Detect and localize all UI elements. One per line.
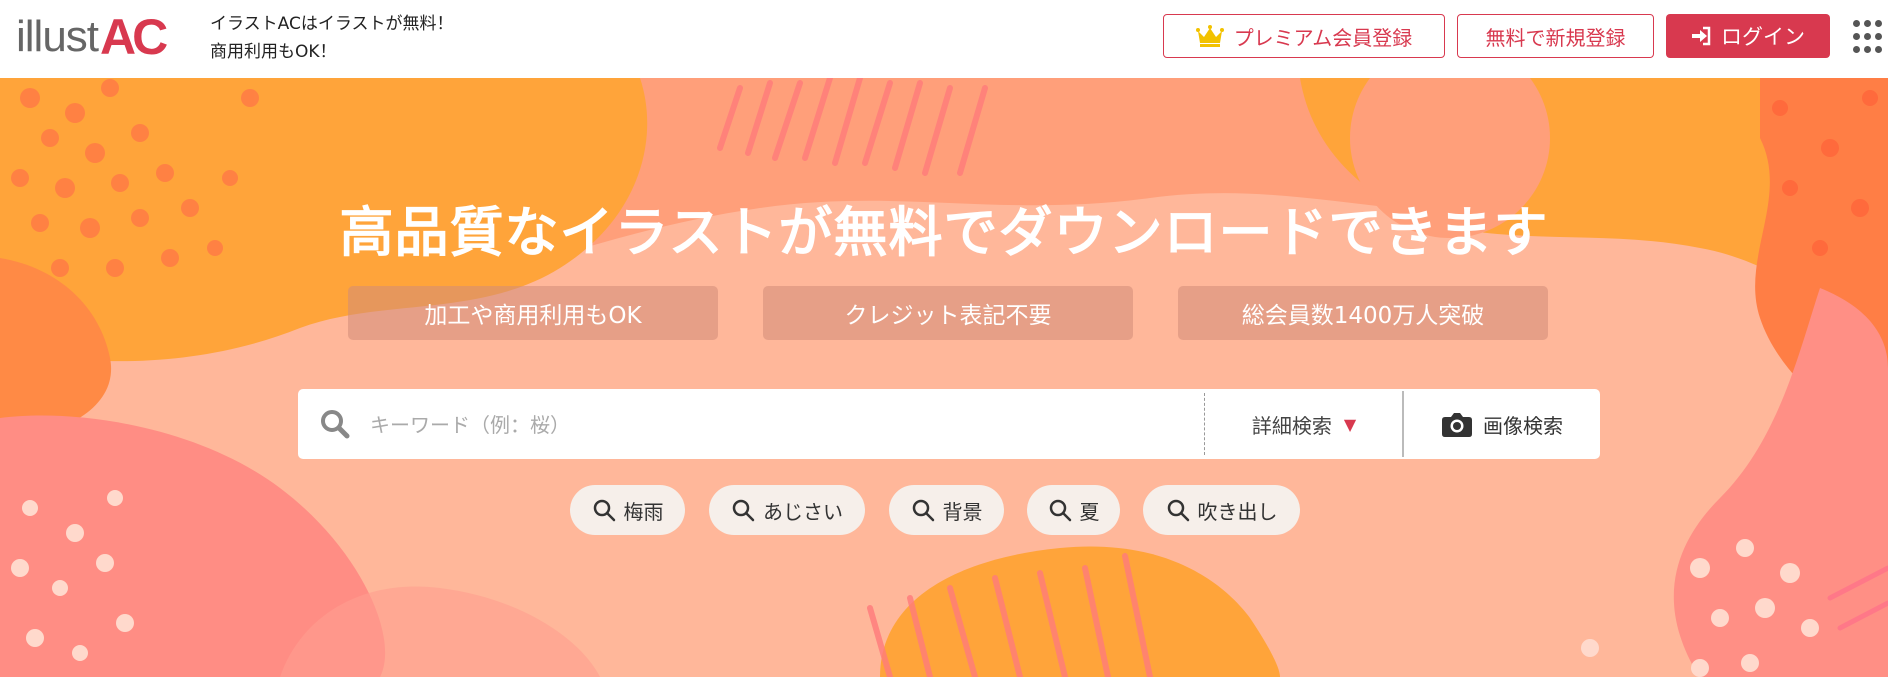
grid-menu-icon[interactable] (1853, 20, 1883, 54)
advanced-search-label: 詳細検索 (1251, 413, 1332, 438)
advanced-search-button[interactable]: 詳細検索 ▼ (1206, 389, 1402, 459)
popular-tag-label: あじさい (763, 499, 843, 524)
site-tagline: イラストACはイラストが無料！ 商用利用もOK！ (210, 10, 454, 66)
hero-headline: 高品質なイラストが無料でダウンロードできます (339, 201, 1549, 264)
search-icon (1167, 499, 1189, 522)
logo-accent: AC (100, 9, 168, 65)
site-header: illust AC イラストACはイラストが無料！ 商用利用もOK！ プレミアム会… (0, 0, 1888, 78)
popular-tag-natsu[interactable]: 夏 (1027, 485, 1120, 535)
search-icon (593, 499, 615, 522)
popular-tag-label: 梅雨 (623, 499, 664, 524)
popular-tag-label: 夏 (1079, 499, 1100, 524)
free-register-label: 無料で新規登録 (1485, 25, 1626, 50)
image-search-button[interactable]: 画像検索 (1404, 389, 1600, 459)
site-logo[interactable]: illust AC (16, 8, 168, 66)
search-icon (321, 410, 350, 439)
search-icon (912, 499, 934, 522)
free-register-button[interactable]: 無料で新規登録 (1457, 14, 1654, 58)
sign-in-icon (1692, 26, 1711, 46)
logo-text: illust (16, 12, 99, 61)
login-button[interactable]: ログイン (1666, 14, 1830, 58)
search-icon (732, 499, 755, 522)
search-divider (1204, 393, 1205, 455)
popular-tag-tsuyu[interactable]: 梅雨 (570, 485, 685, 535)
popular-tag-label: 吹き出し (1197, 499, 1278, 524)
popular-tag-ajisai[interactable]: あじさい (709, 485, 865, 535)
popular-tag-fukidashi[interactable]: 吹き出し (1143, 485, 1300, 535)
hero-banner: 高品質なイラストが無料でダウンロードできます 加工や商用利用もOK クレジット表… (0, 78, 1888, 677)
tagline-line-2: 商用利用もOK！ (210, 42, 337, 62)
feature-badge-no-credit: クレジット表記不要 (763, 286, 1133, 340)
popular-tag-label: 背景 (942, 499, 983, 524)
search-bar: 詳細検索 ▼ 画像検索 (298, 389, 1600, 461)
tagline-line-1: イラストACはイラストが無料！ (210, 14, 454, 34)
crown-icon (1195, 25, 1224, 47)
popular-tag-haikei[interactable]: 背景 (889, 485, 1004, 535)
premium-signup-label: プレミアム会員登録 (1233, 25, 1413, 50)
premium-signup-button[interactable]: プレミアム会員登録 (1163, 14, 1445, 58)
feature-badge-commercial-use: 加工や商用利用もOK (348, 286, 718, 340)
hero-background-illustration (0, 78, 1888, 677)
triangle-down-icon: ▼ (1343, 414, 1357, 434)
search-icon (1049, 499, 1071, 522)
camera-icon (1442, 413, 1472, 437)
image-search-label: 画像検索 (1483, 413, 1563, 438)
login-label: ログイン (1721, 25, 1805, 49)
feature-badge-member-count: 総会員数1400万人突破 (1178, 286, 1548, 340)
